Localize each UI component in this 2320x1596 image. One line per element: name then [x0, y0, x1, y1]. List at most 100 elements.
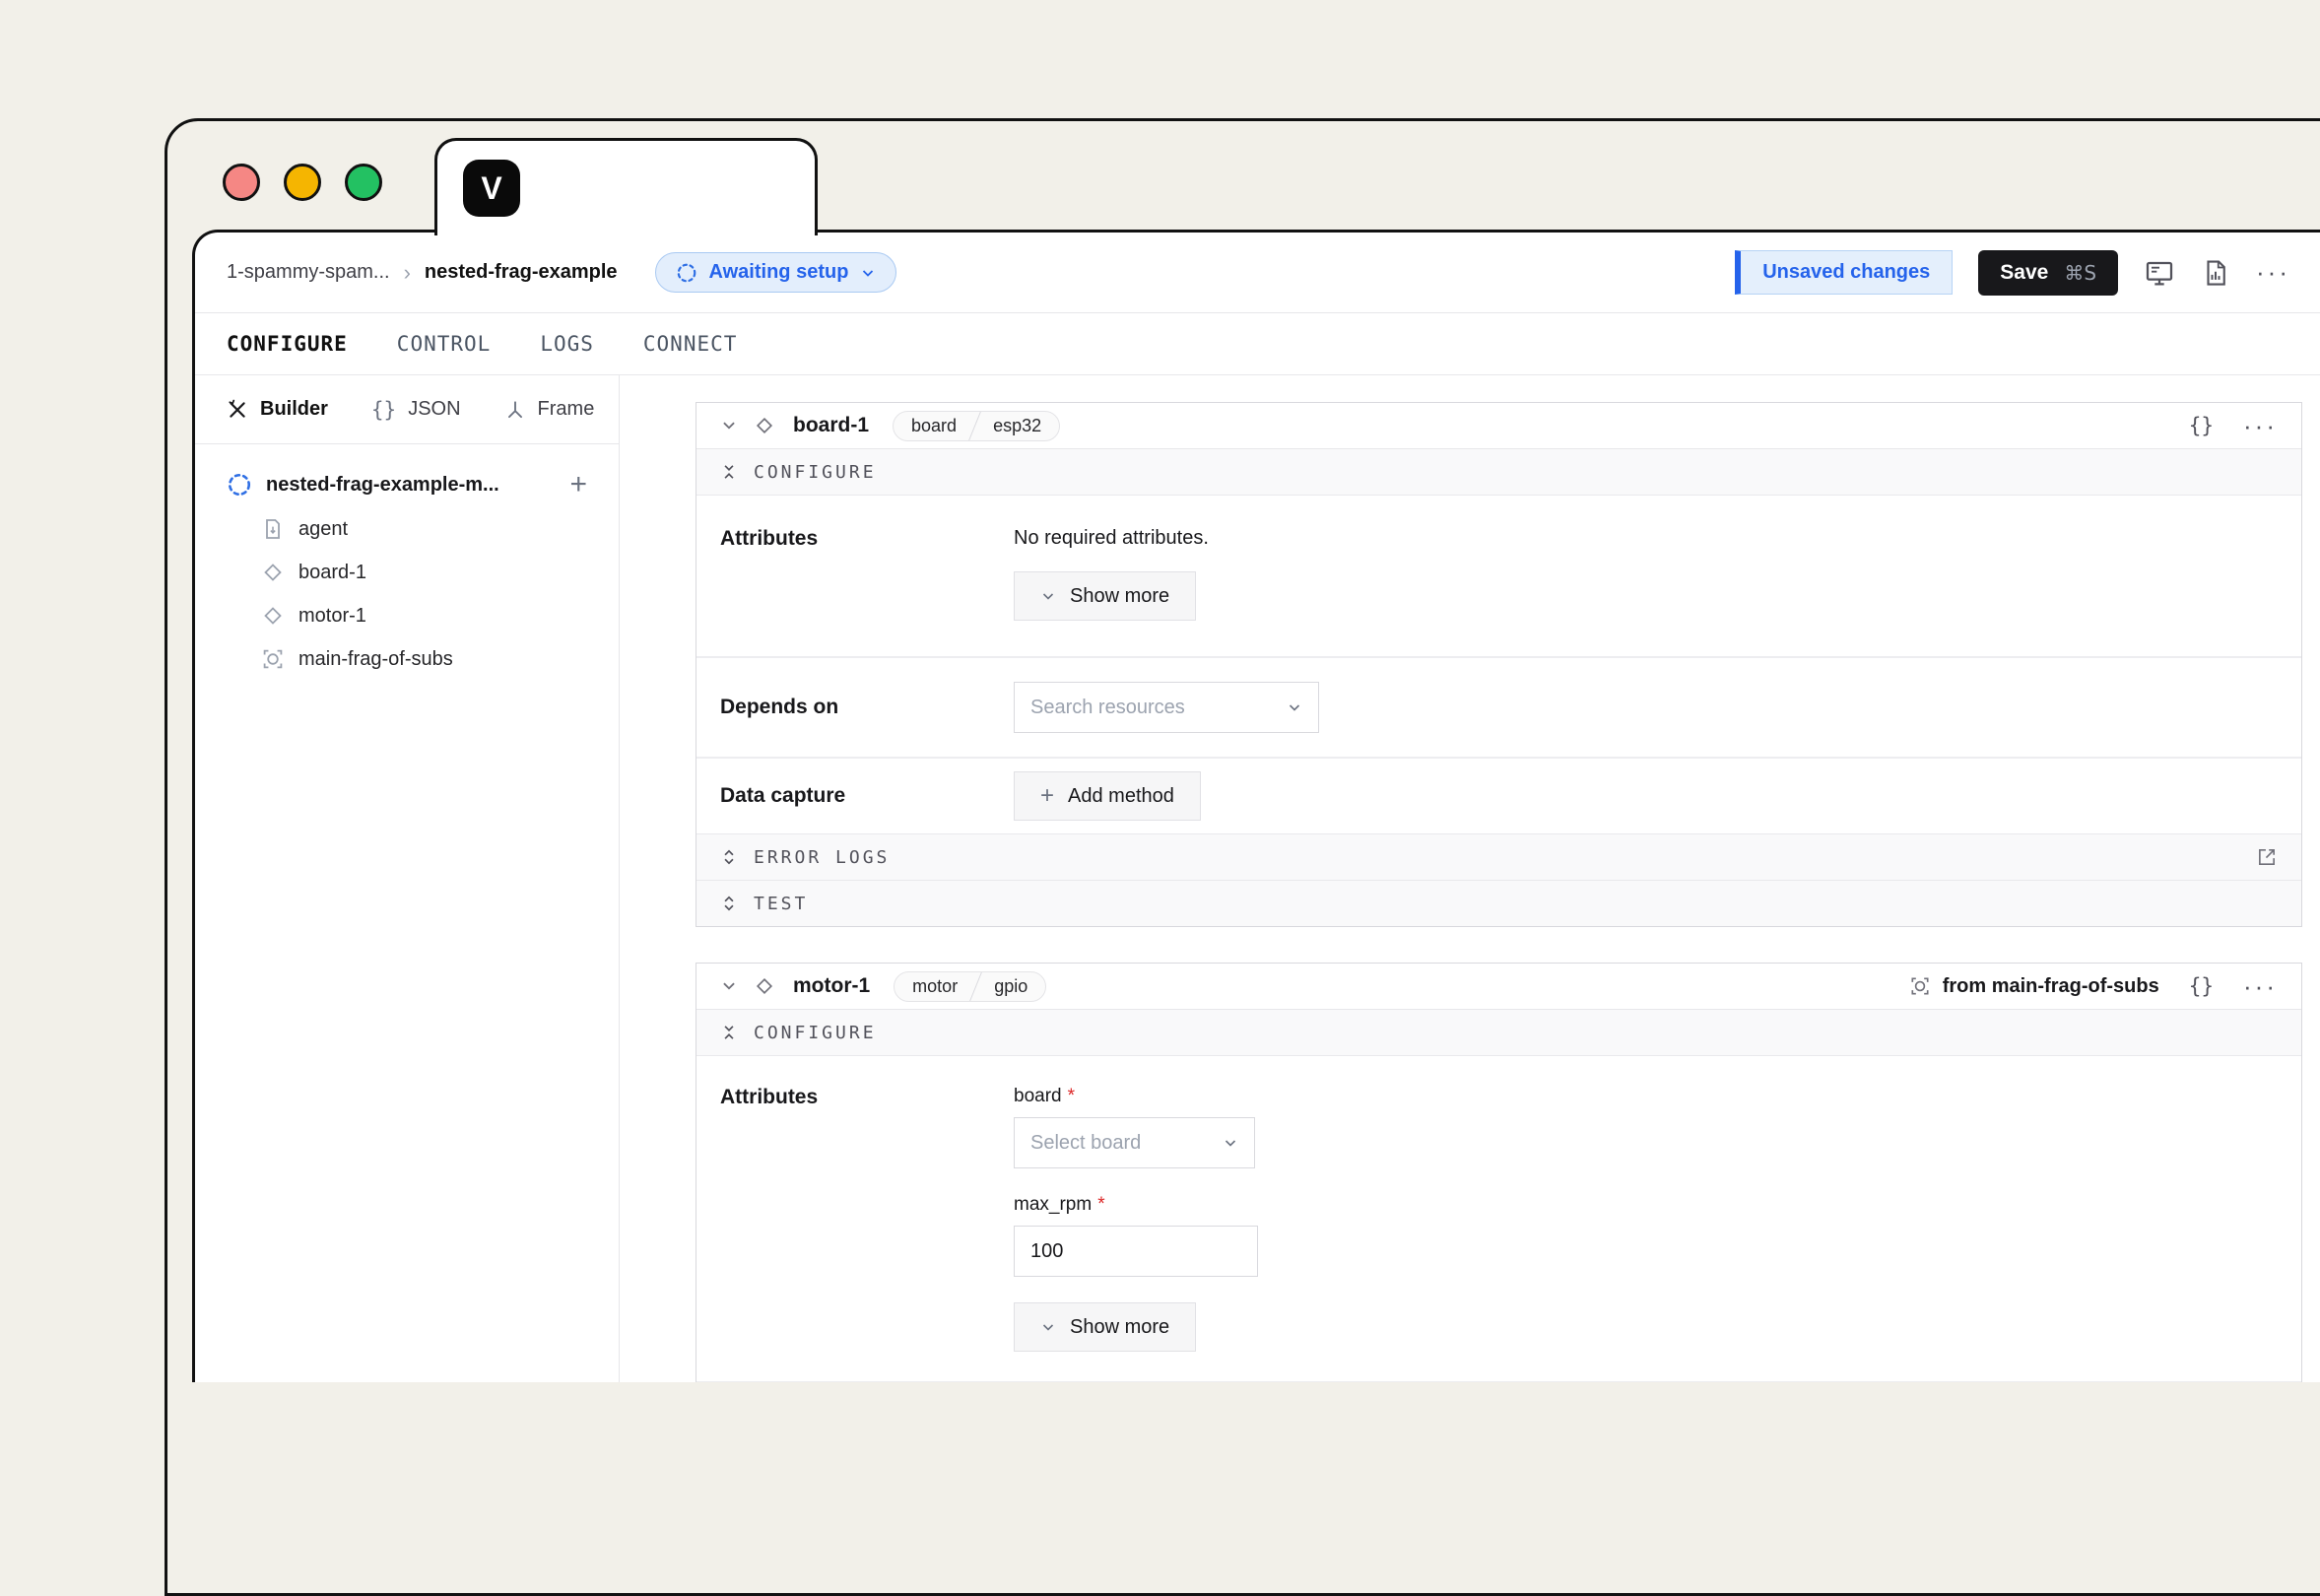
mode-json-label: JSON	[408, 398, 460, 421]
card-more-menu-icon[interactable]: ···	[2243, 981, 2278, 991]
show-more-label: Show more	[1070, 1316, 1169, 1339]
breadcrumb-current: nested-frag-example	[425, 261, 618, 284]
field-max-rpm-label: max_rpm	[1014, 1194, 1092, 1215]
chevron-down-icon	[1287, 699, 1302, 715]
tree-root-machine[interactable]: nested-frag-example-m... +	[227, 462, 587, 507]
depends-on-select[interactable]: Search resources	[1014, 682, 1319, 733]
machine-monitor-icon[interactable]	[2144, 257, 2175, 289]
model-tag: gpio	[976, 972, 1045, 1001]
tree-root-label: nested-frag-example-m...	[266, 474, 499, 497]
tree-item-board-1[interactable]: board-1	[261, 551, 587, 594]
tools-icon	[227, 399, 248, 421]
tab-control[interactable]: CONTROL	[397, 332, 492, 356]
tree-item-agent[interactable]: agent	[261, 507, 587, 551]
configure-section-bar[interactable]: CONFIGURE	[696, 449, 2301, 496]
depends-on-label: Depends on	[720, 696, 1014, 719]
edit-json-icon[interactable]: {}	[2189, 414, 2214, 437]
document-icon	[261, 517, 285, 541]
depends-on-placeholder: Search resources	[1030, 697, 1185, 719]
machine-part-status-icon	[227, 472, 252, 498]
app-content: 1-spammy-spam... › nested-frag-example A…	[192, 230, 2320, 1382]
field-board-label: board	[1014, 1086, 1062, 1106]
tree-item-label: motor-1	[298, 605, 366, 628]
breadcrumb-parent[interactable]: 1-spammy-spam...	[227, 261, 390, 284]
component-diamond-icon	[754, 415, 775, 436]
add-method-button[interactable]: + Add method	[1014, 771, 1201, 821]
resource-tree: nested-frag-example-m... + agent	[195, 444, 619, 681]
collapse-card-chevron-icon[interactable]	[720, 977, 738, 995]
type-tag: motor	[895, 972, 975, 1001]
tree-item-motor-1[interactable]: motor-1	[261, 594, 587, 637]
machine-status-badge[interactable]: Awaiting setup	[655, 252, 897, 293]
add-method-label: Add method	[1068, 785, 1174, 808]
attributes-row: Attributes board* Select board	[696, 1056, 2301, 1381]
traffic-lights	[223, 164, 382, 201]
configure-section-bar[interactable]: CONFIGURE	[696, 1010, 2301, 1056]
browser-tab[interactable]: V	[434, 138, 818, 235]
field-board: board* Select board	[1014, 1086, 1258, 1168]
chevron-down-icon	[1040, 588, 1056, 604]
board-select-placeholder: Select board	[1030, 1132, 1141, 1155]
open-logs-external-icon[interactable]	[2256, 846, 2278, 868]
axes-icon	[504, 399, 526, 421]
collapse-card-chevron-icon[interactable]	[720, 417, 738, 434]
tab-connect[interactable]: CONNECT	[643, 332, 738, 356]
type-model-tag: board esp32	[893, 411, 1060, 441]
tab-configure[interactable]: CONFIGURE	[227, 332, 348, 356]
edit-json-icon[interactable]: {}	[2189, 974, 2214, 998]
board-select[interactable]: Select board	[1014, 1117, 1255, 1168]
type-tag: board	[894, 412, 974, 440]
logs-report-icon[interactable]	[2201, 258, 2230, 288]
tree-item-main-frag-of-subs[interactable]: main-frag-of-subs	[261, 637, 587, 681]
mode-frame[interactable]: Frame	[504, 398, 595, 421]
config-main-panel: board-1 board esp32 {} ··· CONF	[620, 375, 2320, 1382]
save-shortcut: ⌘S	[2064, 261, 2096, 285]
sidebar-mode-tabs: Builder {} JSON Frame	[195, 375, 619, 444]
add-resource-button[interactable]: +	[569, 470, 587, 499]
card-title: board-1	[793, 414, 869, 437]
awaiting-setup-spinner-icon	[676, 262, 697, 284]
card-title: motor-1	[793, 974, 870, 998]
show-more-button[interactable]: Show more	[1014, 1302, 1196, 1352]
tab-logs[interactable]: LOGS	[540, 332, 594, 356]
section-label: CONFIGURE	[754, 462, 877, 483]
card-board-1: board-1 board esp32 {} ··· CONF	[696, 402, 2302, 927]
section-label: CONFIGURE	[754, 1023, 877, 1043]
maximize-window-dot[interactable]	[345, 164, 382, 201]
model-tag: esp32	[975, 412, 1059, 440]
card-more-menu-icon[interactable]: ···	[2243, 421, 2278, 431]
field-max-rpm: max_rpm*	[1014, 1194, 1258, 1277]
save-button-label: Save	[2000, 261, 2048, 285]
type-model-tag: motor gpio	[894, 971, 1046, 1002]
viam-logo-icon: V	[463, 160, 520, 217]
required-asterisk: *	[1097, 1194, 1104, 1215]
status-badge-label: Awaiting setup	[709, 261, 849, 284]
error-logs-section-bar[interactable]: ERROR LOGS	[696, 833, 2301, 880]
fragment-source-label: from main-frag-of-subs	[1943, 975, 2159, 998]
header-actions: Unsaved changes Save ⌘S ···	[1735, 250, 2290, 296]
unsaved-changes-badge: Unsaved changes	[1735, 250, 1953, 295]
plus-icon: +	[1040, 786, 1054, 805]
max-rpm-input[interactable]	[1014, 1226, 1258, 1277]
mode-json[interactable]: {} JSON	[371, 398, 461, 422]
collapse-section-icon	[720, 1024, 738, 1041]
test-section-bar[interactable]: TEST	[696, 880, 2301, 926]
show-more-button[interactable]: Show more	[1014, 571, 1196, 621]
mode-builder[interactable]: Builder	[227, 398, 328, 421]
config-sidebar: Builder {} JSON Frame	[195, 375, 620, 1382]
card-header: board-1 board esp32 {} ···	[696, 403, 2301, 449]
close-window-dot[interactable]	[223, 164, 260, 201]
depends-on-row: Depends on Search resources	[696, 658, 2301, 757]
breadcrumb-separator-icon: ›	[404, 260, 411, 286]
minimize-window-dot[interactable]	[284, 164, 321, 201]
save-button[interactable]: Save ⌘S	[1978, 250, 2118, 296]
component-diamond-icon	[754, 975, 775, 997]
machine-nav-tabs: CONFIGURE CONTROL LOGS CONNECT	[195, 313, 2320, 375]
braces-icon: {}	[371, 398, 396, 422]
expand-section-icon	[720, 848, 738, 866]
header-more-menu-icon[interactable]: ···	[2256, 267, 2290, 277]
show-more-label: Show more	[1070, 585, 1169, 608]
card-header: motor-1 motor gpio	[696, 964, 2301, 1010]
attributes-label: Attributes	[720, 1086, 1014, 1381]
component-diamond-icon	[261, 561, 285, 584]
